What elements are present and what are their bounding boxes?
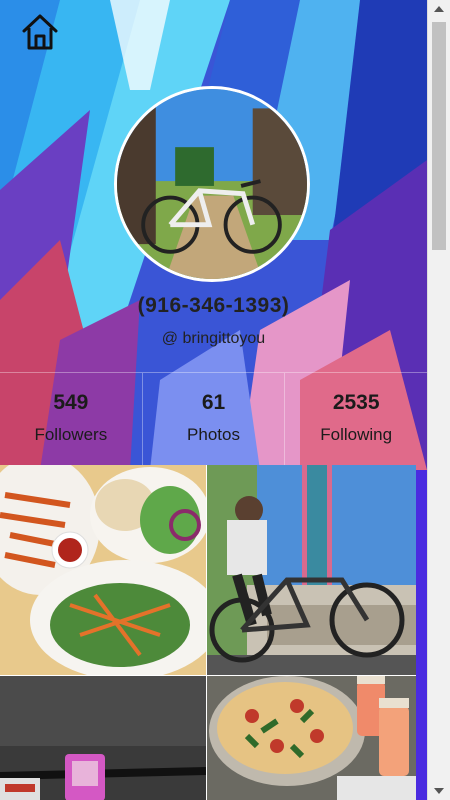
followers-label: Followers: [34, 425, 108, 444]
scrollbar-thumb[interactable]: [432, 22, 446, 250]
avatar-photo: [117, 89, 307, 279]
scroll-down-button[interactable]: [428, 782, 450, 800]
following-label: Following: [320, 425, 393, 444]
home-button[interactable]: [18, 10, 62, 54]
home-icon: [22, 14, 58, 50]
stats-bar: 549 Followers 61 Photos 2535 Following: [0, 372, 427, 465]
photos-count: 61: [201, 391, 226, 414]
photos-label: Photos: [187, 425, 240, 444]
arrow-down-icon: [434, 788, 444, 794]
photo-tile-pizza[interactable]: [207, 676, 416, 800]
followers-count: 549: [53, 391, 89, 414]
profile-avatar[interactable]: [114, 86, 310, 282]
photos-stat[interactable]: 61 Photos: [143, 373, 286, 465]
photo-grid: [0, 465, 416, 800]
profile-phone: (916-346-1393): [137, 294, 290, 317]
scroll-up-button[interactable]: [428, 0, 450, 18]
photo-tile-bike-handlebar[interactable]: [0, 676, 206, 800]
followers-stat[interactable]: 549 Followers: [0, 373, 143, 465]
arrow-up-icon: [434, 6, 444, 12]
following-stat[interactable]: 2535 Following: [285, 373, 427, 465]
vertical-scrollbar[interactable]: [427, 0, 450, 800]
profile-handle: @ bringittoyou: [161, 330, 266, 347]
photo-tile-cyclist[interactable]: [207, 465, 416, 675]
photo-tile-food[interactable]: [0, 465, 206, 675]
profile-screen: (916-346-1393) @ bringittoyou 549 Follow…: [0, 0, 427, 800]
following-count: 2535: [332, 391, 380, 414]
